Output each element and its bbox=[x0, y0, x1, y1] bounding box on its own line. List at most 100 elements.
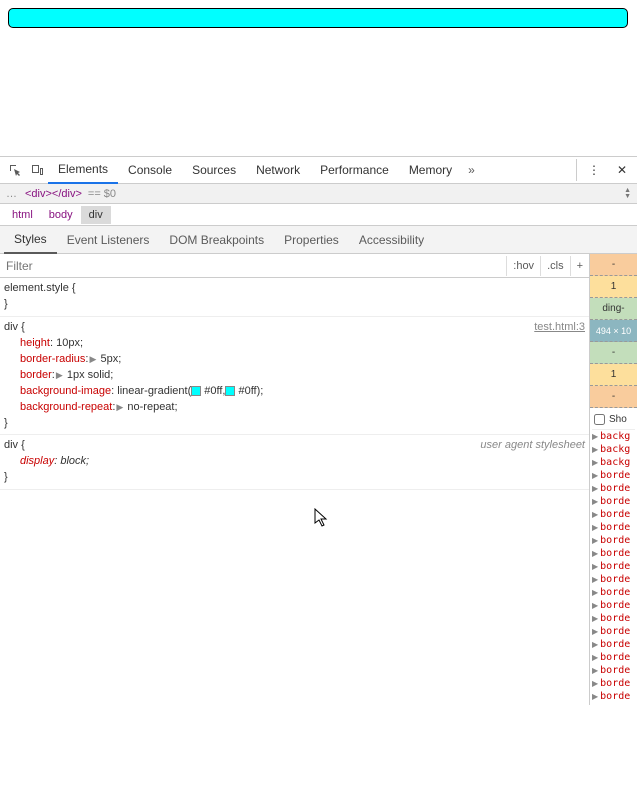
main-toolbar: Elements Console Sources Network Perform… bbox=[0, 157, 637, 184]
computed-prop[interactable]: ▶borde bbox=[592, 625, 635, 638]
computed-prop[interactable]: ▶borde bbox=[592, 547, 635, 560]
main-area: :hov .cls + element.style { } test.html:… bbox=[0, 254, 637, 705]
crumb-body[interactable]: body bbox=[41, 206, 81, 224]
computed-pane: - 1 ding- 494 × 10 - 1 - Sho ▶backg▶back… bbox=[589, 254, 637, 705]
show-all-checkbox[interactable] bbox=[594, 414, 605, 425]
expand-icon[interactable]: ▶ bbox=[89, 354, 96, 364]
dom-ellipsis: … bbox=[6, 188, 17, 200]
cls-button[interactable]: .cls bbox=[540, 256, 570, 276]
inspect-icon[interactable] bbox=[4, 159, 26, 181]
more-tabs-icon[interactable]: » bbox=[462, 163, 481, 177]
dom-close-tag: </div> bbox=[52, 188, 82, 200]
tab-sources[interactable]: Sources bbox=[182, 157, 246, 183]
prop-name: height bbox=[20, 337, 50, 349]
prop-value: no-repeat; bbox=[127, 401, 177, 413]
prop-value: 1px solid; bbox=[67, 369, 113, 381]
styles-pane: :hov .cls + element.style { } test.html:… bbox=[0, 254, 589, 705]
dom-tree-row[interactable]: … <div> </div> == $0 ▲▼ bbox=[0, 184, 637, 204]
crumb-html[interactable]: html bbox=[4, 206, 41, 224]
tab-console[interactable]: Console bbox=[118, 157, 182, 183]
margin-top[interactable]: - bbox=[590, 254, 637, 276]
computed-prop[interactable]: ▶borde bbox=[592, 599, 635, 612]
crumb-div[interactable]: div bbox=[81, 206, 111, 224]
add-rule-button[interactable]: + bbox=[570, 256, 589, 276]
swatch-hex: #0ff bbox=[204, 385, 222, 397]
subtab-styles[interactable]: Styles bbox=[4, 226, 57, 254]
computed-prop[interactable]: ▶borde bbox=[592, 690, 635, 703]
rule-main[interactable]: test.html:3 div { height: 10px; border-r… bbox=[0, 317, 589, 436]
margin-bottom[interactable]: - bbox=[590, 386, 637, 408]
hov-button[interactable]: :hov bbox=[506, 256, 540, 276]
computed-prop[interactable]: ▶borde bbox=[592, 560, 635, 573]
computed-prop[interactable]: ▶borde bbox=[592, 508, 635, 521]
expand-icon[interactable]: ▶ bbox=[56, 370, 63, 380]
computed-prop[interactable]: ▶borde bbox=[592, 651, 635, 664]
prop-name: border-radius bbox=[20, 353, 85, 365]
padding-row[interactable]: ding- bbox=[590, 298, 637, 320]
prop-background-repeat[interactable]: background-repeat:▶ no-repeat; bbox=[4, 400, 585, 416]
prop-name: background-repeat bbox=[20, 401, 112, 413]
computed-prop[interactable]: ▶backg bbox=[592, 443, 635, 456]
computed-prop[interactable]: ▶borde bbox=[592, 521, 635, 534]
prop-name: background-image bbox=[20, 385, 111, 397]
color-swatch-icon[interactable] bbox=[191, 386, 201, 396]
menu-icon[interactable]: ⋮ bbox=[583, 159, 605, 181]
computed-prop[interactable]: ▶borde bbox=[592, 534, 635, 547]
subtab-dom-breakpoints[interactable]: DOM Breakpoints bbox=[159, 227, 274, 253]
color-swatch-icon[interactable] bbox=[225, 386, 235, 396]
devtools-panel: Elements Console Sources Network Perform… bbox=[0, 156, 637, 705]
computed-prop[interactable]: ▶borde bbox=[592, 612, 635, 625]
computed-prop[interactable]: ▶borde bbox=[592, 495, 635, 508]
prop-display[interactable]: display: block; bbox=[4, 454, 585, 470]
prop-name: border bbox=[20, 369, 52, 381]
breadcrumb: html body div bbox=[0, 204, 637, 226]
content-size[interactable]: 494 × 10 bbox=[590, 320, 637, 342]
computed-prop[interactable]: ▶backg bbox=[592, 430, 635, 443]
page-content bbox=[0, 0, 637, 36]
prop-value: 10px; bbox=[56, 337, 83, 349]
prop-border-radius[interactable]: border-radius:▶ 5px; bbox=[4, 352, 585, 368]
prop-height[interactable]: height: 10px; bbox=[4, 336, 585, 352]
computed-prop[interactable]: ▶borde bbox=[592, 638, 635, 651]
border-top[interactable]: 1 bbox=[590, 276, 637, 298]
rule-close: } bbox=[4, 416, 585, 432]
prop-value: linear-gradient(#0ff,#0ff); bbox=[117, 385, 263, 397]
expand-icon[interactable]: ▶ bbox=[116, 402, 123, 412]
rule-user-agent[interactable]: user agent stylesheet div { display: blo… bbox=[0, 435, 589, 490]
show-all-row[interactable]: Sho bbox=[592, 410, 635, 430]
tab-memory[interactable]: Memory bbox=[399, 157, 462, 183]
close-icon[interactable]: ✕ bbox=[611, 159, 633, 181]
tab-performance[interactable]: Performance bbox=[310, 157, 399, 183]
prop-border[interactable]: border:▶ 1px solid; bbox=[4, 368, 585, 384]
tab-network[interactable]: Network bbox=[246, 157, 310, 183]
rule-close: } bbox=[4, 470, 585, 486]
border-bottom[interactable]: 1 bbox=[590, 364, 637, 386]
device-icon[interactable] bbox=[26, 159, 48, 181]
computed-prop[interactable]: ▶borde bbox=[592, 482, 635, 495]
filter-row: :hov .cls + bbox=[0, 254, 589, 278]
source-link[interactable]: test.html:3 bbox=[534, 320, 585, 336]
dom-open-tag: <div> bbox=[25, 188, 52, 200]
filter-input[interactable] bbox=[0, 255, 506, 277]
computed-prop[interactable]: ▶borde bbox=[592, 664, 635, 677]
subtab-accessibility[interactable]: Accessibility bbox=[349, 227, 434, 253]
subtab-properties[interactable]: Properties bbox=[274, 227, 349, 253]
computed-prop[interactable]: ▶borde bbox=[592, 573, 635, 586]
computed-prop[interactable]: ▶borde bbox=[592, 677, 635, 690]
computed-prop[interactable]: ▶borde bbox=[592, 586, 635, 599]
selector-text: div { bbox=[4, 320, 585, 336]
tab-elements[interactable]: Elements bbox=[48, 156, 118, 184]
computed-prop[interactable]: ▶backg bbox=[592, 456, 635, 469]
user-agent-label: user agent stylesheet bbox=[480, 438, 585, 454]
swatch-hex: #0ff bbox=[238, 385, 256, 397]
value-prefix: linear-gradient( bbox=[117, 385, 191, 397]
prop-background-image[interactable]: background-image: linear-gradient(#0ff,#… bbox=[4, 384, 585, 400]
padding-bottom[interactable]: - bbox=[590, 342, 637, 364]
tab-strip: Elements Console Sources Network Perform… bbox=[48, 156, 576, 184]
subtab-strip: Styles Event Listeners DOM Breakpoints P… bbox=[0, 226, 637, 254]
prop-value: block; bbox=[60, 455, 89, 467]
subtab-event-listeners[interactable]: Event Listeners bbox=[57, 227, 160, 253]
rule-element-style[interactable]: element.style { } bbox=[0, 278, 589, 317]
dom-scroll-icon[interactable]: ▲▼ bbox=[624, 188, 631, 200]
computed-prop[interactable]: ▶borde bbox=[592, 469, 635, 482]
